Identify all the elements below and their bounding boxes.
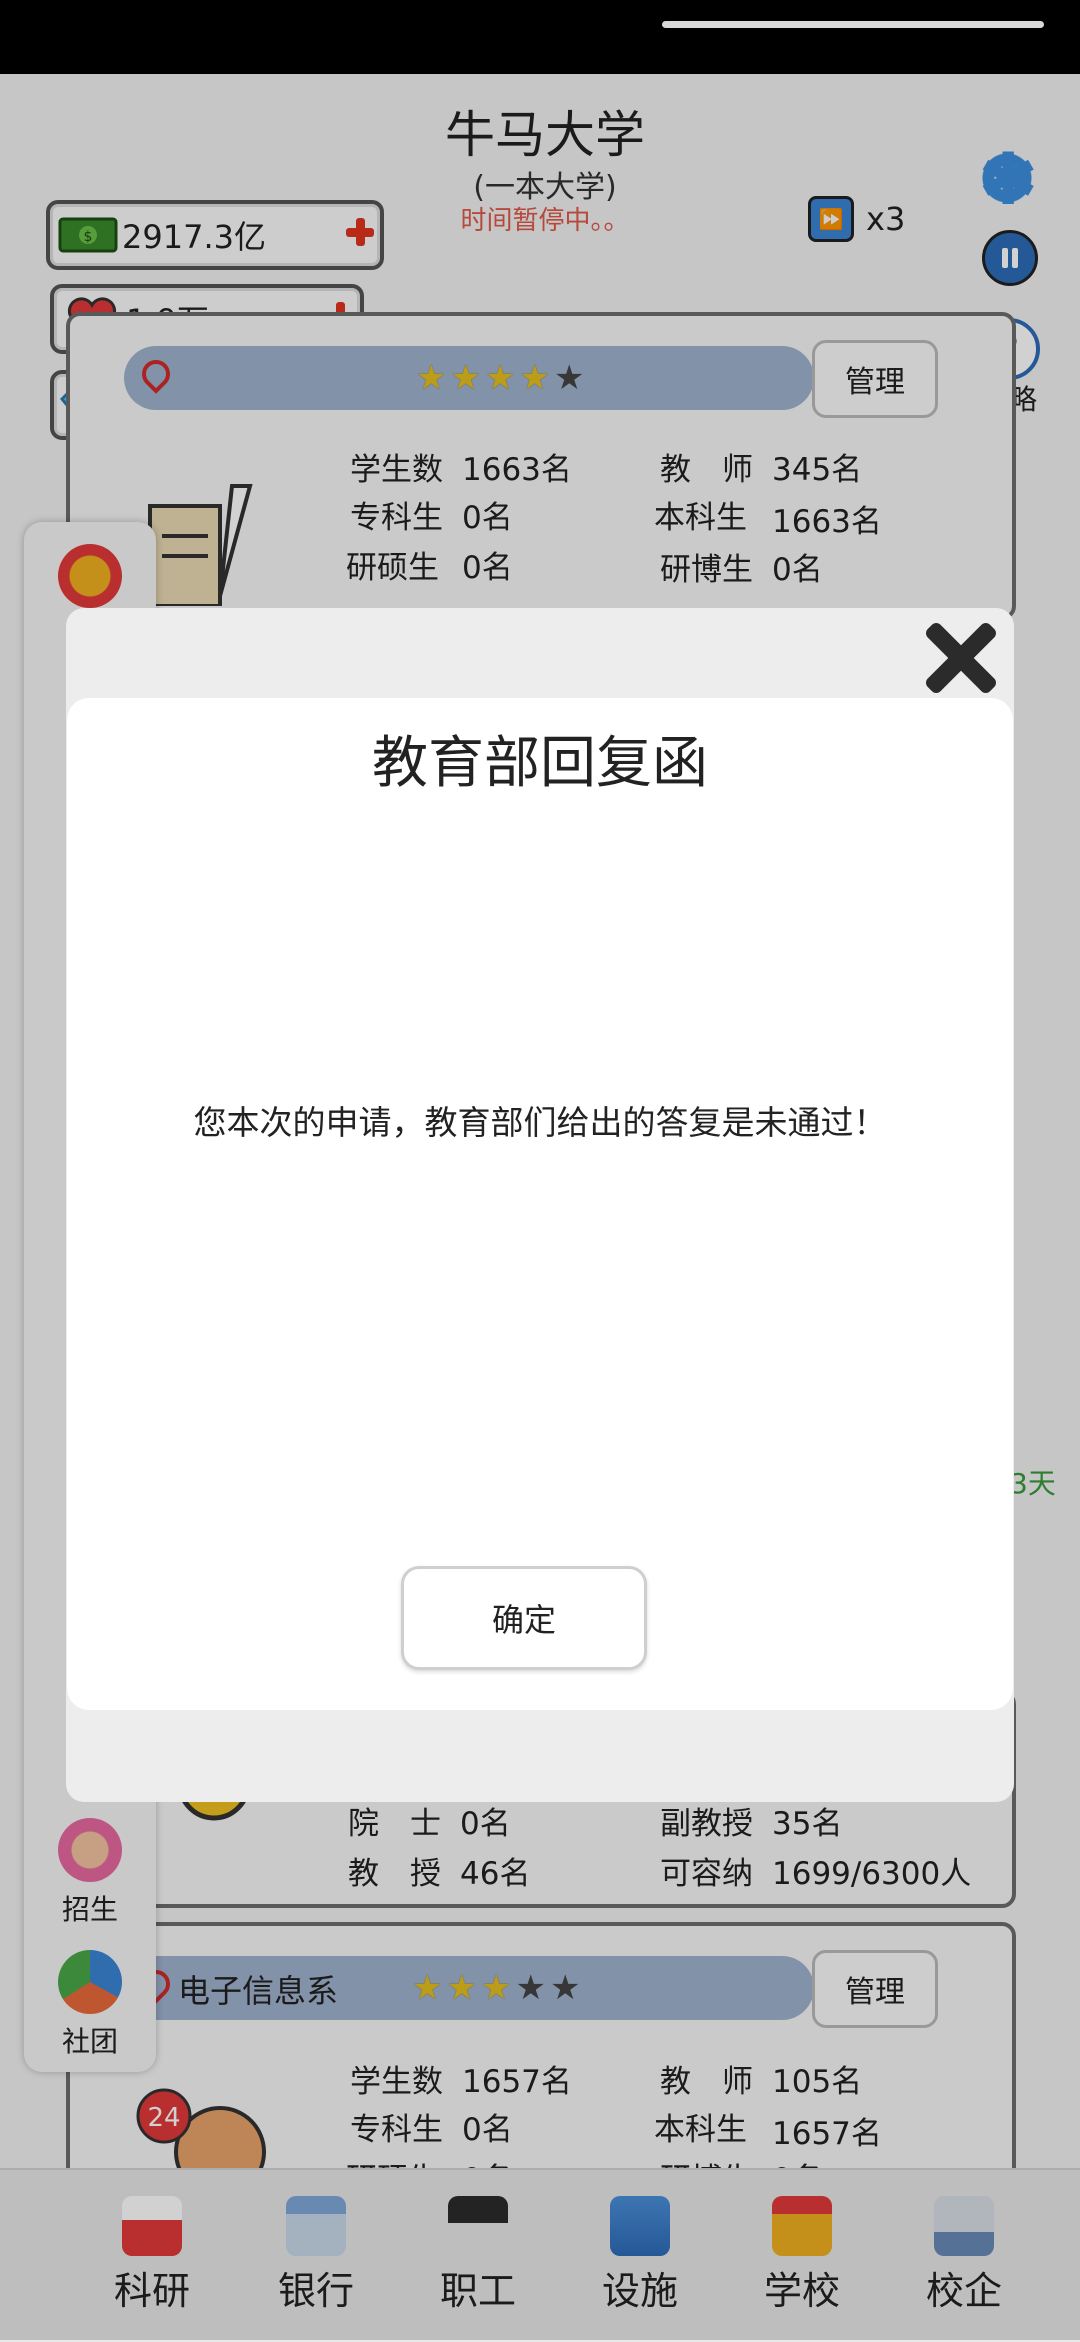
- status-bar: [0, 0, 1080, 74]
- reply-letter-dialog: 教育部回复函 您本次的申请，教育部们给出的答复是未通过！ 确定: [67, 698, 1013, 1710]
- dialog-message: 您本次的申请，教育部们给出的答复是未通过！: [193, 1103, 887, 1142]
- status-handle: [662, 21, 1044, 28]
- close-icon[interactable]: [922, 620, 998, 696]
- confirm-button[interactable]: 确定: [401, 1566, 647, 1670]
- dialog-title: 教育部回复函: [372, 731, 708, 796]
